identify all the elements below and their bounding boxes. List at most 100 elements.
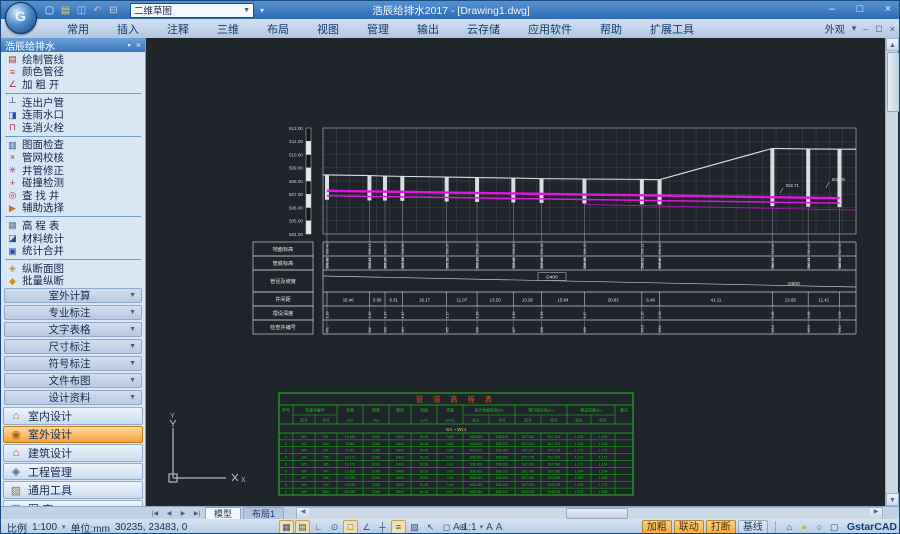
- svg-text:506.90: 506.90: [658, 258, 662, 269]
- ribbon-tab-11[interactable]: 帮助: [586, 19, 636, 39]
- maximize-button[interactable]: □: [851, 2, 869, 17]
- grid-icon[interactable]: ▦: [279, 520, 294, 534]
- toggle-加粗[interactable]: 加粗: [642, 520, 672, 534]
- ribbon-tab-6[interactable]: 视图: [303, 19, 353, 39]
- dyn-input-icon[interactable]: ┼: [375, 520, 390, 534]
- toolbar-options-icon[interactable]: ▾: [260, 6, 264, 15]
- mode-button[interactable]: ◈工程管理: [3, 463, 143, 481]
- sidebar-item[interactable]: ◆批量纵断: [1, 275, 145, 288]
- workspace-combobox[interactable]: 二维草图 ▼: [130, 3, 254, 18]
- ribbon-tab-8[interactable]: 输出: [403, 19, 453, 39]
- sidebar-group-符号标注[interactable]: 符号标注▼: [4, 356, 142, 371]
- tab-layout1[interactable]: 布局1: [243, 507, 284, 520]
- svg-text:508.460: 508.460: [470, 435, 483, 439]
- doc-minimize-button[interactable]: –: [863, 24, 868, 34]
- mode-button[interactable]: ▨通用工具: [3, 481, 143, 499]
- toggle-打断[interactable]: 打断: [706, 520, 736, 534]
- toggle-联动[interactable]: 联动: [674, 520, 704, 534]
- ribbon-tab-5[interactable]: 布局: [253, 19, 303, 39]
- annotation-icon[interactable]: A: [453, 522, 460, 533]
- appearance-menu[interactable]: 外观: [825, 21, 845, 36]
- clean-screen-icon[interactable]: ▢: [828, 521, 841, 534]
- toggle-基线[interactable]: 基线: [738, 520, 768, 534]
- undo-icon[interactable]: ↶: [91, 4, 104, 17]
- doc-restore-button[interactable]: ◻: [875, 23, 882, 34]
- save-icon[interactable]: ◫: [75, 4, 88, 17]
- outdoor-design-icon: ◉: [8, 428, 24, 441]
- scroll-right-icon[interactable]: ▶: [870, 508, 882, 517]
- lineweight-icon[interactable]: ≡: [391, 520, 406, 534]
- snap-icon[interactable]: ▤: [295, 520, 310, 534]
- vertical-scrollbar[interactable]: ▲ ▼: [885, 38, 898, 506]
- layout-nav-icon[interactable]: |◀: [149, 510, 161, 517]
- mode-button[interactable]: ⌂室内设计: [3, 407, 143, 425]
- svg-text:6.310: 6.310: [346, 449, 355, 453]
- print-icon[interactable]: ⊟: [107, 4, 120, 17]
- sidebar-item[interactable]: ∠加 粗 开: [1, 78, 145, 91]
- ribbon-tab-3[interactable]: 注释: [153, 19, 203, 39]
- ribbon-tab-4[interactable]: 三维: [203, 19, 253, 39]
- sidebar-group-设计资料[interactable]: 设计资料▼: [4, 390, 142, 405]
- scroll-left-icon[interactable]: ◀: [297, 508, 309, 517]
- ribbon-tab-10[interactable]: 应用软件: [514, 19, 586, 39]
- svg-text:管底标高: 管底标高: [273, 259, 294, 267]
- new-file-icon[interactable]: ▢: [43, 4, 56, 17]
- transparency-icon[interactable]: ▨: [407, 520, 422, 534]
- otrack-icon[interactable]: ∠: [359, 520, 374, 534]
- scroll-down-icon[interactable]: ▼: [886, 493, 899, 506]
- layout-nav-icon[interactable]: ▶|: [191, 510, 203, 517]
- app-logo-icon[interactable]: [5, 2, 37, 34]
- annotation-visibility-icon[interactable]: A: [486, 522, 493, 533]
- hint-bulb-icon[interactable]: ●: [798, 521, 811, 534]
- chevron-down-icon: ▾: [480, 523, 484, 531]
- svg-text:长度: 长度: [346, 408, 354, 413]
- ribbon-tab-12[interactable]: 扩展工具: [636, 19, 708, 39]
- ortho-icon[interactable]: ∟: [311, 520, 326, 534]
- osnap-icon[interactable]: □: [343, 520, 358, 534]
- svg-text:W2: W2: [301, 442, 306, 446]
- sidebar-item[interactable]: ▶辅助选择: [1, 202, 145, 215]
- sidebar-group-专业标注[interactable]: 专业标注▼: [4, 305, 142, 320]
- ribbon-tab-9[interactable]: 云存储: [453, 19, 514, 39]
- sidebar-group-室外计算[interactable]: 室外计算▼: [4, 288, 142, 303]
- status-right-icons: ⌂●○▢: [783, 521, 841, 534]
- ribbon-tab-2[interactable]: 插入: [103, 19, 153, 39]
- polar-icon[interactable]: ⊙: [327, 520, 342, 534]
- pin-icon[interactable]: ▪: [128, 40, 131, 50]
- horizontal-scrollbar[interactable]: ◀ ▶: [296, 507, 883, 520]
- svg-text:506.71: 506.71: [838, 258, 842, 269]
- svg-text:506.98: 506.98: [583, 258, 587, 269]
- layout-tab-nav: |◀◀▶▶|: [149, 510, 203, 517]
- select-cycling-icon[interactable]: ↖: [423, 520, 438, 534]
- drawing-canvas[interactable]: 512.00511.00510.00509.00508.00507.00506.…: [146, 38, 887, 506]
- scale-value[interactable]: 1:100: [32, 522, 57, 533]
- doc-close-button[interactable]: ×: [890, 24, 895, 34]
- title-bar: ▢▤◫↶⊟ 二维草图 ▼ ▾ 浩辰给排水2017 - [Drawing1.dwg…: [1, 1, 900, 19]
- annotation-scale-value[interactable]: 1:1: [463, 522, 477, 533]
- layout-nav-icon[interactable]: ◀: [163, 510, 175, 517]
- tab-model[interactable]: 模型: [205, 507, 241, 520]
- sidebar-item[interactable]: ⊓连消火栓: [1, 121, 145, 134]
- scroll-up-icon[interactable]: ▲: [886, 38, 899, 51]
- close-icon[interactable]: ×: [136, 40, 141, 50]
- annotation-auto-icon[interactable]: A: [496, 522, 503, 533]
- quick-props-icon[interactable]: ◻: [439, 520, 454, 534]
- horizontal-scroll-thumb[interactable]: [566, 508, 628, 519]
- mode-button[interactable]: ⌂建筑设计: [3, 444, 143, 462]
- sidebar-item[interactable]: ▣统计合并: [1, 244, 145, 257]
- layout-nav-icon[interactable]: ▶: [177, 510, 189, 517]
- ribbon-tab-1[interactable]: 常用: [53, 19, 103, 39]
- vertical-scroll-thumb[interactable]: [887, 52, 900, 112]
- sidebar-group-文件布图[interactable]: 文件布图▼: [4, 373, 142, 388]
- workspace-switch-icon[interactable]: ⌂: [783, 521, 796, 534]
- sidebar-group-文字表格[interactable]: 文字表格▼: [4, 322, 142, 337]
- ribbon-tab-7[interactable]: 管理: [353, 19, 403, 39]
- open-file-icon[interactable]: ▤: [59, 4, 72, 17]
- mode-button[interactable]: ◉室外设计: [3, 426, 143, 444]
- sidebar-group-尺寸标注[interactable]: 尺寸标注▼: [4, 339, 142, 354]
- close-button[interactable]: ×: [879, 2, 897, 17]
- svg-text:3.000: 3.000: [372, 490, 381, 494]
- svg-text:W7: W7: [301, 476, 306, 480]
- minimize-button[interactable]: –: [823, 2, 841, 17]
- sync-cloud-icon[interactable]: ○: [813, 521, 826, 534]
